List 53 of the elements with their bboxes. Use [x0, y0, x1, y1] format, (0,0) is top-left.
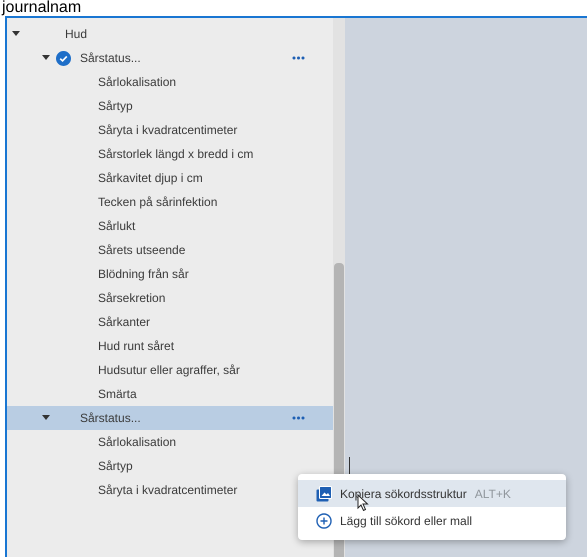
text-cursor [349, 457, 350, 475]
tree-label: Sårkanter [98, 314, 150, 331]
shortcut-label: ALT+K [474, 486, 511, 502]
tree-row[interactable]: Smärta [7, 382, 333, 406]
menu-label: Kopiera sökordsstruktur [340, 486, 467, 502]
tree-row[interactable]: Tecken på sårinfektion [7, 190, 333, 214]
tree-label: Sårstorlek längd x bredd i cm [98, 146, 254, 163]
more-icon[interactable] [292, 416, 305, 420]
menu-item[interactable]: Lägg till sökord eller mall [298, 507, 566, 534]
tree-row[interactable]: Sårstatus... [7, 406, 333, 430]
tree-row[interactable]: Sårtyp [7, 94, 333, 118]
tree-label: Hud runt såret [98, 338, 174, 355]
menu-label: Lägg till sökord eller mall [340, 512, 472, 530]
tree-label: Sårstatus... [80, 50, 141, 67]
tree-row[interactable]: Sårkanter [7, 310, 333, 334]
tree-label: Sårets utseende [98, 242, 186, 259]
caret-icon[interactable] [12, 31, 20, 37]
tree-row[interactable]: Hud runt såret [7, 334, 333, 358]
more-icon[interactable] [292, 56, 305, 60]
tree-row[interactable]: Sårlokalisation [7, 430, 333, 454]
caret-icon[interactable] [42, 415, 50, 421]
tree-row[interactable]: Hud [7, 22, 333, 46]
tree-row[interactable]: Blödning från sår [7, 262, 333, 286]
tree-label: Blödning från sår [98, 266, 189, 283]
tree-row[interactable]: Sårets utseende [7, 238, 333, 262]
tree-label: Sårlukt [98, 218, 136, 235]
tree-row[interactable]: Sårstatus... [7, 46, 333, 70]
tree-label: Sårkavitet djup i cm [98, 170, 203, 187]
page-heading: journalnam [0, 0, 82, 16]
tree-label: Hud [65, 26, 88, 43]
menu-item[interactable]: Kopiera sökordsstruktur ALT+K [298, 480, 566, 507]
tree-label: Sårtyp [98, 98, 133, 115]
tree-label: Sårlokalisation [98, 434, 176, 451]
tree-row[interactable]: Hudsutur eller agraffer, sår [7, 358, 333, 382]
tree-row[interactable]: Sårtyp [7, 454, 333, 478]
tree-row[interactable]: Sårlukt [7, 214, 333, 238]
tree-label: Sårsekretion [98, 290, 166, 307]
tree-row[interactable]: Sårstorlek längd x bredd i cm [7, 142, 333, 166]
tree-row[interactable]: Sårkavitet djup i cm [7, 166, 333, 190]
tree-label: Sårstatus... [80, 410, 141, 427]
tree-row[interactable]: Sårlokalisation [7, 70, 333, 94]
tree-label: Smärta [98, 386, 137, 403]
caret-icon[interactable] [42, 55, 50, 61]
tree-label: Sårtyp [98, 458, 133, 475]
tree-label: Såryta i kvadratcentimeter [98, 122, 238, 139]
tree-label: Såryta i kvadratcentimeter [98, 482, 238, 499]
image-stack-icon [316, 486, 332, 502]
tree-label: Tecken på sårinfektion [98, 194, 218, 211]
tree-row[interactable]: Sårsekretion [7, 286, 333, 310]
tree-label: Sårlokalisation [98, 74, 176, 91]
tree-row[interactable]: Såryta i kvadratcentimeter [7, 118, 333, 142]
tree-label: Hudsutur eller agraffer, sår [98, 362, 240, 379]
add-circle-icon [316, 512, 332, 528]
